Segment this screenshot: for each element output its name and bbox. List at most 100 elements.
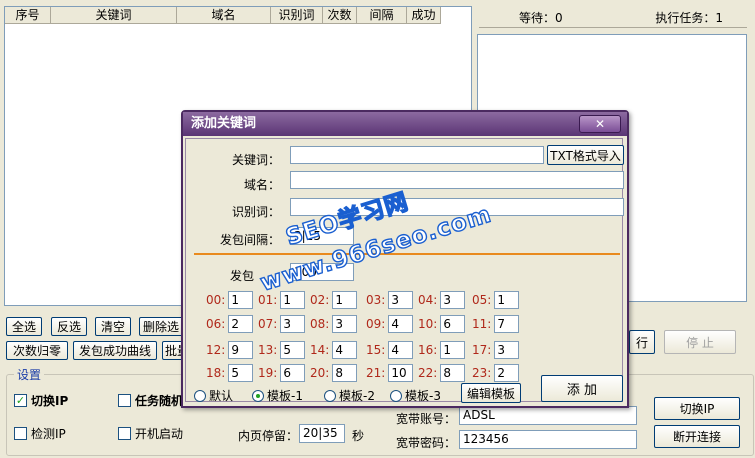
- domain-label: 域名：: [243, 178, 280, 192]
- hour-value-input[interactable]: 6: [280, 364, 306, 382]
- success-curve-button[interactable]: 发包成功曲线: [73, 341, 157, 360]
- column-header[interactable]: 次数: [323, 7, 357, 24]
- hour-value-input[interactable]: 3: [494, 341, 520, 359]
- hour-slot: 04: 3: [418, 291, 466, 309]
- hour-slot: 06: 2: [206, 315, 254, 333]
- hour-value-input[interactable]: 7: [494, 315, 520, 333]
- hour-value-input[interactable]: 2: [494, 364, 520, 382]
- status-bar: 等待：0 执行任务：1: [479, 8, 747, 28]
- hour-slot: 21: 10: [366, 364, 414, 382]
- hour-label: 13:: [258, 343, 278, 357]
- column-header[interactable]: 成功: [407, 7, 441, 24]
- table-header: 序号 关键词 域名 识别词 次数 间隔 成功: [5, 7, 441, 24]
- random-task-checkbox[interactable]: 任务随机: [118, 392, 183, 409]
- hour-value-input[interactable]: 3: [280, 315, 306, 333]
- hour-value-input[interactable]: 3: [332, 315, 358, 333]
- dialog-body: 关键词： TXT格式导入 域名： 识别词： 发包间隔： 3|15 发包 100 …: [185, 138, 624, 404]
- hour-label: 21:: [366, 366, 386, 380]
- interval-input[interactable]: 3|15: [290, 227, 354, 245]
- hour-value-input[interactable]: 4: [388, 315, 414, 333]
- stay-unit: 秒: [352, 429, 365, 443]
- random-task-label: 任务随机: [135, 394, 184, 408]
- hour-value-input[interactable]: 1: [494, 291, 520, 309]
- switch-ip-button[interactable]: 切换IP: [654, 397, 740, 420]
- hour-value-input[interactable]: 1: [280, 291, 306, 309]
- divider: [194, 253, 620, 255]
- hour-value-input[interactable]: 8: [332, 364, 358, 382]
- disconnect-button[interactable]: 断开连接: [654, 425, 740, 448]
- unchecked-box-icon: [14, 427, 27, 440]
- invert-selection-button[interactable]: 反选: [51, 317, 87, 336]
- column-header[interactable]: 序号: [5, 7, 51, 24]
- hour-label: 11:: [472, 317, 492, 331]
- reset-count-button[interactable]: 次数归零: [6, 341, 68, 360]
- domain-input[interactable]: [290, 171, 624, 189]
- hour-slot: 18: 5: [206, 364, 254, 382]
- hour-label: 14:: [310, 343, 330, 357]
- hour-value-input[interactable]: 3: [440, 291, 466, 309]
- hour-value-input[interactable]: 5: [228, 364, 254, 382]
- hour-label: 22:: [418, 366, 438, 380]
- hour-value-input[interactable]: 1: [440, 341, 466, 359]
- hour-label: 06:: [206, 317, 226, 331]
- template-radio[interactable]: 模板-2: [324, 387, 375, 404]
- password-input[interactable]: 123456: [459, 430, 637, 449]
- template-radio[interactable]: 模板-1: [252, 387, 303, 404]
- column-header[interactable]: 关键词: [51, 7, 177, 24]
- hour-slot: 13: 5: [258, 341, 306, 359]
- hour-value-input[interactable]: 3: [388, 291, 414, 309]
- select-all-button[interactable]: 全选: [6, 317, 42, 336]
- hour-label: 00:: [206, 293, 226, 307]
- column-header[interactable]: 识别词: [271, 7, 323, 24]
- hour-value-input[interactable]: 9: [228, 341, 254, 359]
- hour-slot: 22: 8: [418, 364, 466, 382]
- hour-value-input[interactable]: 8: [440, 364, 466, 382]
- hour-value-input[interactable]: 4: [388, 341, 414, 359]
- hour-value-input[interactable]: 10: [388, 364, 414, 382]
- hour-value-input[interactable]: 5: [280, 341, 306, 359]
- close-icon[interactable]: ✕: [579, 115, 621, 133]
- task-count: 执行任务：1: [655, 11, 723, 25]
- detect-ip-checkbox[interactable]: 检测IP: [14, 425, 66, 442]
- identifier-input[interactable]: [290, 198, 624, 216]
- hour-slot: 03: 3: [366, 291, 414, 309]
- radio-label: 模板-3: [405, 389, 441, 403]
- hour-slot: 23: 2: [472, 364, 520, 382]
- hour-value-input[interactable]: 4: [332, 341, 358, 359]
- template-radio[interactable]: 模板-3: [390, 387, 441, 404]
- delete-selected-button[interactable]: 删除选: [139, 317, 185, 336]
- template-radio[interactable]: 默认: [194, 387, 233, 404]
- unchecked-box-icon: [118, 394, 131, 407]
- column-header[interactable]: 域名: [177, 7, 271, 24]
- add-button[interactable]: 添 加: [541, 375, 623, 402]
- stay-label: 内页停留：: [238, 429, 299, 443]
- stay-time-input[interactable]: 20|35: [299, 424, 345, 443]
- radio-label: 模板-2: [339, 389, 375, 403]
- hour-label: 02:: [310, 293, 330, 307]
- keyword-input[interactable]: [290, 146, 544, 164]
- hour-value-input[interactable]: 6: [440, 315, 466, 333]
- count-input[interactable]: 100: [290, 263, 354, 281]
- stop-button[interactable]: 停 止: [664, 330, 736, 354]
- hour-label: 16:: [418, 343, 438, 357]
- hour-slot: 15: 4: [366, 341, 414, 359]
- column-header[interactable]: 间隔: [357, 7, 407, 24]
- hour-value-input[interactable]: 1: [228, 291, 254, 309]
- add-keyword-dialog: 添加关键词 ✕ 关键词： TXT格式导入 域名： 识别词： 发包间隔： 3|15…: [181, 110, 629, 408]
- hour-value-input[interactable]: 2: [228, 315, 254, 333]
- hour-label: 17:: [472, 343, 492, 357]
- edit-template-button[interactable]: 编辑模板: [461, 383, 521, 403]
- hour-label: 10:: [418, 317, 438, 331]
- switch-ip-checkbox[interactable]: ✓ 切换IP: [14, 392, 68, 409]
- clear-button[interactable]: 清空: [95, 317, 131, 336]
- hour-value-input[interactable]: 1: [332, 291, 358, 309]
- hour-slot: 20: 8: [310, 364, 358, 382]
- start-button[interactable]: 行: [629, 330, 655, 354]
- account-input[interactable]: ADSL: [459, 406, 637, 425]
- hour-label: 07:: [258, 317, 278, 331]
- hour-slot: 00: 1: [206, 291, 254, 309]
- radio-label: 默认: [209, 389, 234, 403]
- settings-title: 设置: [14, 366, 45, 383]
- autostart-checkbox[interactable]: 开机启动: [118, 425, 183, 442]
- txt-import-button[interactable]: TXT格式导入: [547, 145, 624, 165]
